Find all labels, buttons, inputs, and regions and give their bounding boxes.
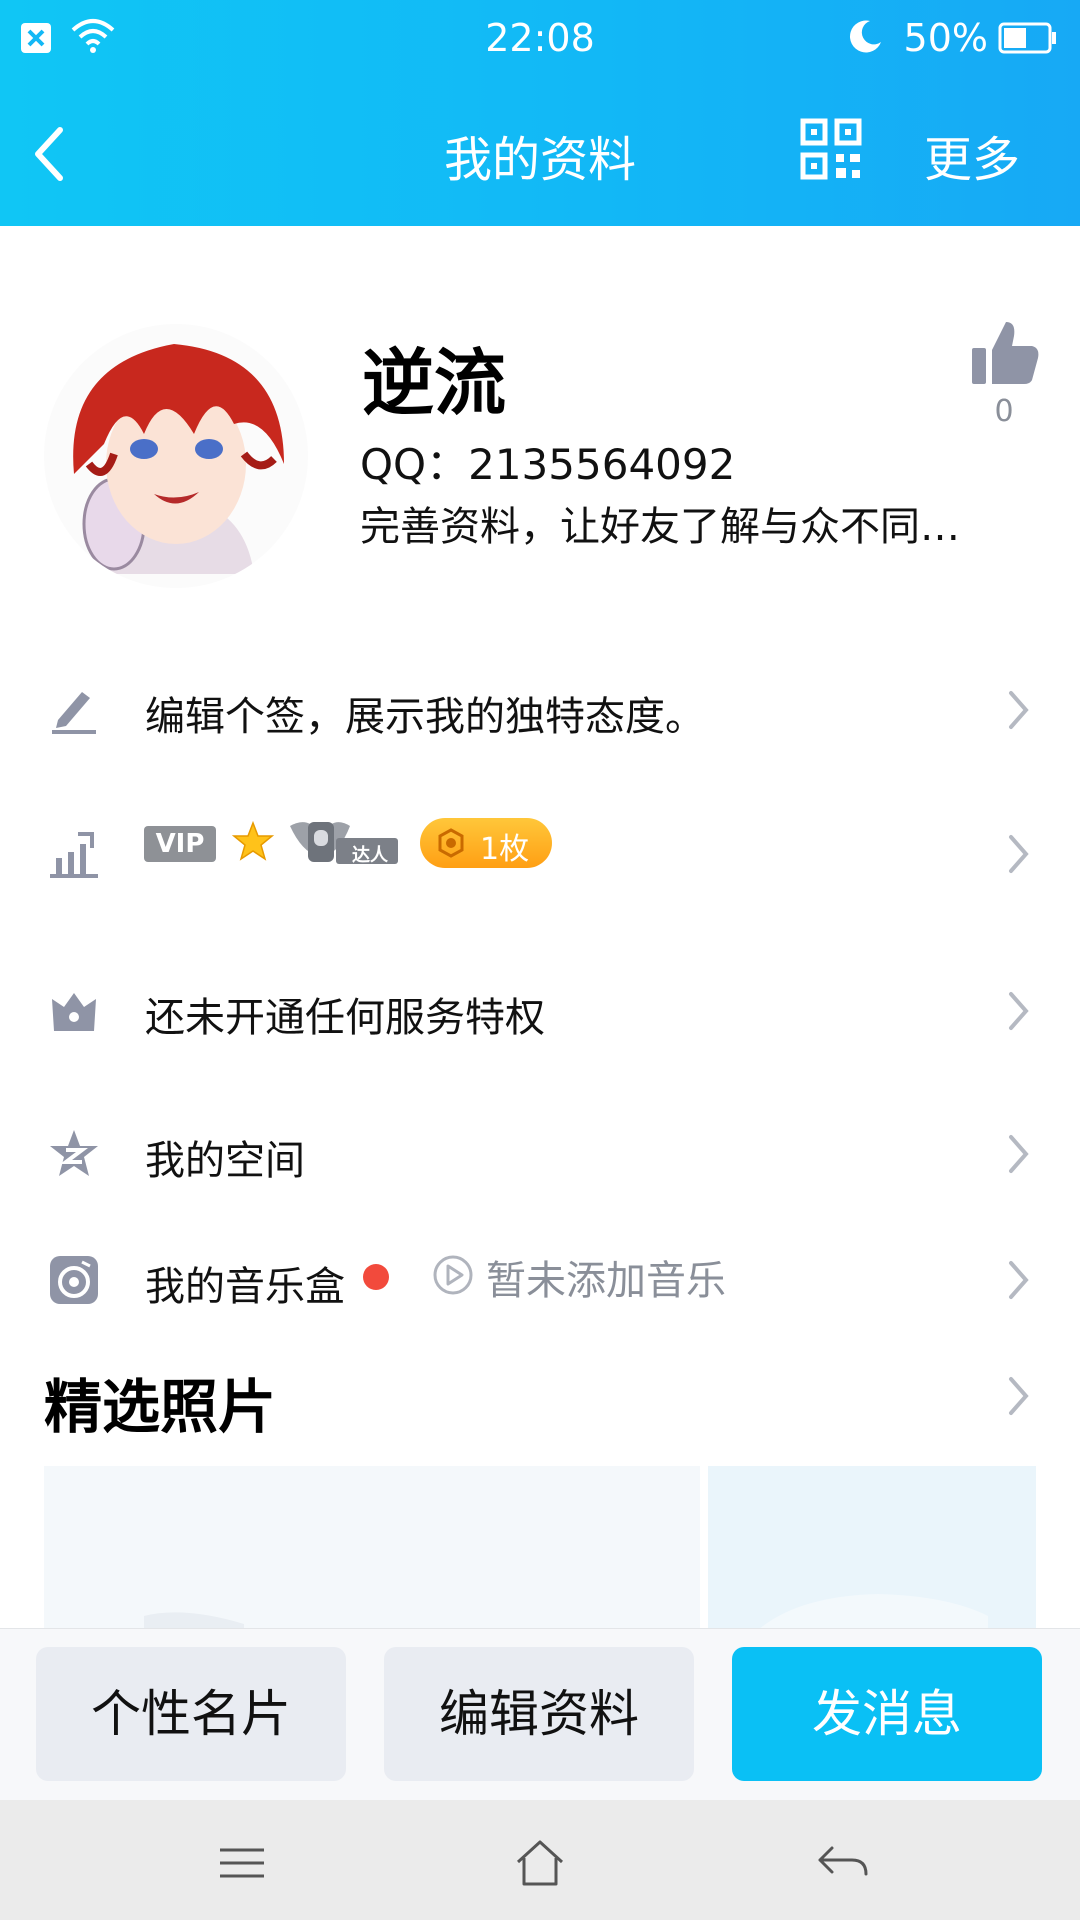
thumbs-up-icon[interactable] [970,318,1040,388]
chevron-right-icon [1009,992,1029,1030]
nickname: 逆流 [362,341,507,425]
play-circle-icon[interactable] [432,1254,474,1296]
photo-thumbnail[interactable] [44,1466,700,1630]
battery-icon [998,22,1056,54]
send-message-button[interactable]: 发消息 [732,1647,1042,1781]
chevron-right-icon [1009,1261,1029,1299]
avatar[interactable] [44,324,308,588]
more-button[interactable]: 更多 [924,120,1020,190]
medal-icon [438,828,464,858]
coin-badge: 1枚 [420,818,552,868]
like-count: 0 [994,394,1014,429]
status-bar: 22:08 50% [0,0,1080,80]
photo-grid [44,1466,1036,1630]
photo-thumbnail[interactable] [708,1466,1036,1630]
badges-row[interactable]: VIP 达人 1枚 [0,800,1080,910]
system-nav-bar [0,1800,1080,1920]
edit-profile-button[interactable]: 编辑资料 [384,1647,694,1781]
daren-badge: 达人 [288,812,400,868]
page-title: 我的资料 [443,132,636,188]
back-arrow-icon[interactable] [812,1838,872,1888]
home-icon[interactable] [510,1838,570,1888]
nav-bar: 我的资料 更多 [0,96,1080,206]
pencil-icon [52,692,96,734]
card-button[interactable]: 个性名片 [36,1647,346,1781]
header: 22:08 50% 我的资料 更多 [0,0,1080,226]
vip-badge: VIP [144,826,216,862]
battery-percent: 50% [903,16,988,60]
bottom-action-bar: 个性名片 编辑资料 发消息 [0,1628,1080,1800]
music-empty-text: 暂未添加音乐 [486,1258,726,1304]
qq-number: QQ：2135564092 [360,440,736,489]
space-text: 我的空间 [145,1138,305,1184]
music-box-icon [50,1256,98,1304]
chevron-right-icon[interactable] [1006,1374,1032,1418]
service-row[interactable]: 还未开通任何服务特权 [0,955,1080,1065]
qr-code-icon[interactable] [800,118,862,180]
featured-photos-title[interactable]: 精选照片 [44,1360,276,1444]
chevron-right-icon [1009,691,1029,729]
signature-text: 编辑个签，展示我的独特态度。 [145,694,705,740]
coin-count: 1枚 [480,832,530,867]
profile-intro[interactable]: 完善资料，让好友了解与众不同… [360,494,960,552]
music-text: 我的音乐盒 [145,1264,345,1310]
space-row[interactable]: 我的空间 [0,1098,1080,1208]
qzone-star-icon [50,1130,98,1176]
new-dot [363,1264,389,1290]
chevron-right-icon [1009,835,1029,873]
service-text: 还未开通任何服务特权 [145,995,545,1041]
chevron-right-icon [1009,1135,1029,1173]
crown-icon [52,993,96,1031]
music-row[interactable]: 我的音乐盒 暂未添加音乐 [0,1224,1080,1334]
daren-label: 达人 [352,845,388,866]
signature-row[interactable]: 编辑个签，展示我的独特态度。 [0,654,1080,764]
profile-section: 逆流 QQ：2135564092 完善资料，让好友了解与众不同… 0 [0,226,1080,626]
menu-icon[interactable] [212,1838,272,1888]
star-icon [232,820,274,861]
moon-icon [849,20,881,53]
level-chart-icon [50,832,98,878]
